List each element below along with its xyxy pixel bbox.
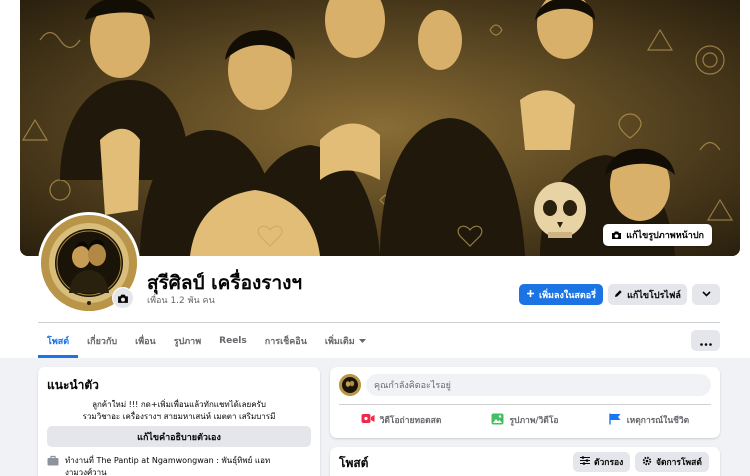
tab-friends-label: เพื่อน xyxy=(135,336,156,347)
pencil-icon xyxy=(614,289,623,301)
live-video-button[interactable]: วิดีโอถ่ายทอดสด xyxy=(339,407,463,433)
camera-icon xyxy=(117,289,129,308)
bio-text: ลูกค้าใหม่ !!! กด+เพิ่มเพื่อนแล้วทักแชทไ… xyxy=(47,399,311,423)
edit-bio-button[interactable]: แก้ไขคำอธิบายตัวเอง xyxy=(47,426,311,447)
friends-count[interactable]: เพื่อน 1.2 พัน คน xyxy=(147,293,215,307)
live-video-icon xyxy=(361,413,375,427)
plus-icon xyxy=(526,289,535,301)
camera-icon xyxy=(611,230,622,240)
profile-header: แก้ไขรูปภาพหน้าปก สุรีศิลป์ เครื่องรางฯ … xyxy=(0,0,750,358)
profile-tabs: โพสต์ เกี่ยวกับ เพื่อน รูปภาพ Reels การเ… xyxy=(38,323,375,358)
composer-divider xyxy=(339,404,711,405)
tab-more-label: เพิ่มเติม xyxy=(324,336,355,347)
cover-artwork xyxy=(20,0,740,256)
edit-avatar-button[interactable] xyxy=(112,287,134,309)
manage-posts-button[interactable]: จัดการโพสต์ xyxy=(635,452,709,472)
posts-header-card: โพสต์ ตัวกรอง จัดการโพสต์ xyxy=(330,447,720,476)
intro-card: แนะนำตัว ลูกค้าใหม่ !!! กด+เพิ่มเพื่อนแล… xyxy=(38,367,320,476)
manage-posts-label: จัดการโพสต์ xyxy=(656,458,702,468)
tab-checkins[interactable]: การเช็คอิน xyxy=(256,323,316,358)
profile-page: แก้ไขรูปภาพหน้าปก สุรีศิลป์ เครื่องรางฯ … xyxy=(0,0,750,476)
tab-friends[interactable]: เพื่อน xyxy=(126,323,165,358)
tab-more[interactable]: เพิ่มเติม xyxy=(316,323,375,358)
tab-posts-label: โพสต์ xyxy=(47,336,70,347)
filter-icon xyxy=(580,456,590,468)
composer-input[interactable]: คุณกำลังคิดอะไรอยู่ xyxy=(366,374,711,396)
edit-cover-label: แก้ไขรูปภาพหน้าปก xyxy=(626,231,704,241)
cover-photo[interactable]: แก้ไขรูปภาพหน้าปก xyxy=(20,0,740,256)
briefcase-icon xyxy=(47,455,59,476)
work-line[interactable]: งามวงศ์วาน xyxy=(65,467,270,476)
posts-title: โพสต์ xyxy=(339,456,369,470)
filter-label: ตัวกรอง xyxy=(594,458,624,468)
composer-actions: วิดีโอถ่ายทอดสด รูปภาพ/วิดีโอ เหตุการณ์ใ… xyxy=(339,407,711,433)
life-event-button[interactable]: เหตุการณ์ในชีวิต xyxy=(587,407,711,433)
more-options-button[interactable] xyxy=(692,284,720,305)
gear-icon xyxy=(642,456,652,469)
add-to-story-button[interactable]: เพิ่มลงในสตอรี่ xyxy=(519,284,603,305)
photo-icon xyxy=(491,413,504,428)
edit-profile-button[interactable]: แก้ไขโปรไฟล์ xyxy=(608,284,687,305)
tab-reels-label: Reels xyxy=(219,335,247,346)
photo-video-label: รูปภาพ/วิดีโอ xyxy=(509,416,559,426)
filter-button[interactable]: ตัวกรอง xyxy=(573,452,631,472)
flag-icon xyxy=(609,413,622,428)
bio-line: ลูกค้าใหม่ !!! กด+เพิ่มเพื่อนแล้วทักแชทไ… xyxy=(92,400,266,409)
live-video-label: วิดีโอถ่ายทอดสด xyxy=(379,416,442,426)
work-line[interactable]: ทำงานที่ The Pantip at Ngamwongwan : พัน… xyxy=(65,455,270,467)
chevron-down-icon xyxy=(701,290,711,300)
tab-photos[interactable]: รูปภาพ xyxy=(165,323,210,358)
tab-about[interactable]: เกี่ยวกับ xyxy=(78,323,126,358)
bio-line: รวมวิชาอะ เครื่องรางฯ สายมหาเสน่ห์ เมตตา… xyxy=(82,412,276,421)
add-to-story-label: เพิ่มลงในสตอรี่ xyxy=(539,290,596,301)
tab-posts[interactable]: โพสต์ xyxy=(38,323,79,358)
tabs-overflow-button[interactable] xyxy=(691,330,720,351)
edit-profile-label: แก้ไขโปรไฟล์ xyxy=(627,290,681,301)
tab-photos-label: รูปภาพ xyxy=(173,336,202,347)
tab-about-label: เกี่ยวกับ xyxy=(87,336,118,347)
ellipsis-icon xyxy=(699,331,712,350)
work-info: ทำงานที่ The Pantip at Ngamwongwan : พัน… xyxy=(47,455,315,476)
composer-avatar[interactable] xyxy=(339,374,361,396)
photo-video-button[interactable]: รูปภาพ/วิดีโอ xyxy=(463,407,587,433)
edit-cover-button[interactable]: แก้ไขรูปภาพหน้าปก xyxy=(603,224,712,246)
tab-checkins-label: การเช็คอิน xyxy=(264,336,307,347)
intro-title: แนะนำตัว xyxy=(47,378,99,392)
post-composer: คุณกำลังคิดอะไรอยู่ วิดีโอถ่ายทอดสด รูปภ… xyxy=(330,367,720,438)
tab-reels[interactable]: Reels xyxy=(210,323,256,358)
life-event-label: เหตุการณ์ในชีวิต xyxy=(626,416,690,426)
caret-down-icon xyxy=(358,336,366,346)
